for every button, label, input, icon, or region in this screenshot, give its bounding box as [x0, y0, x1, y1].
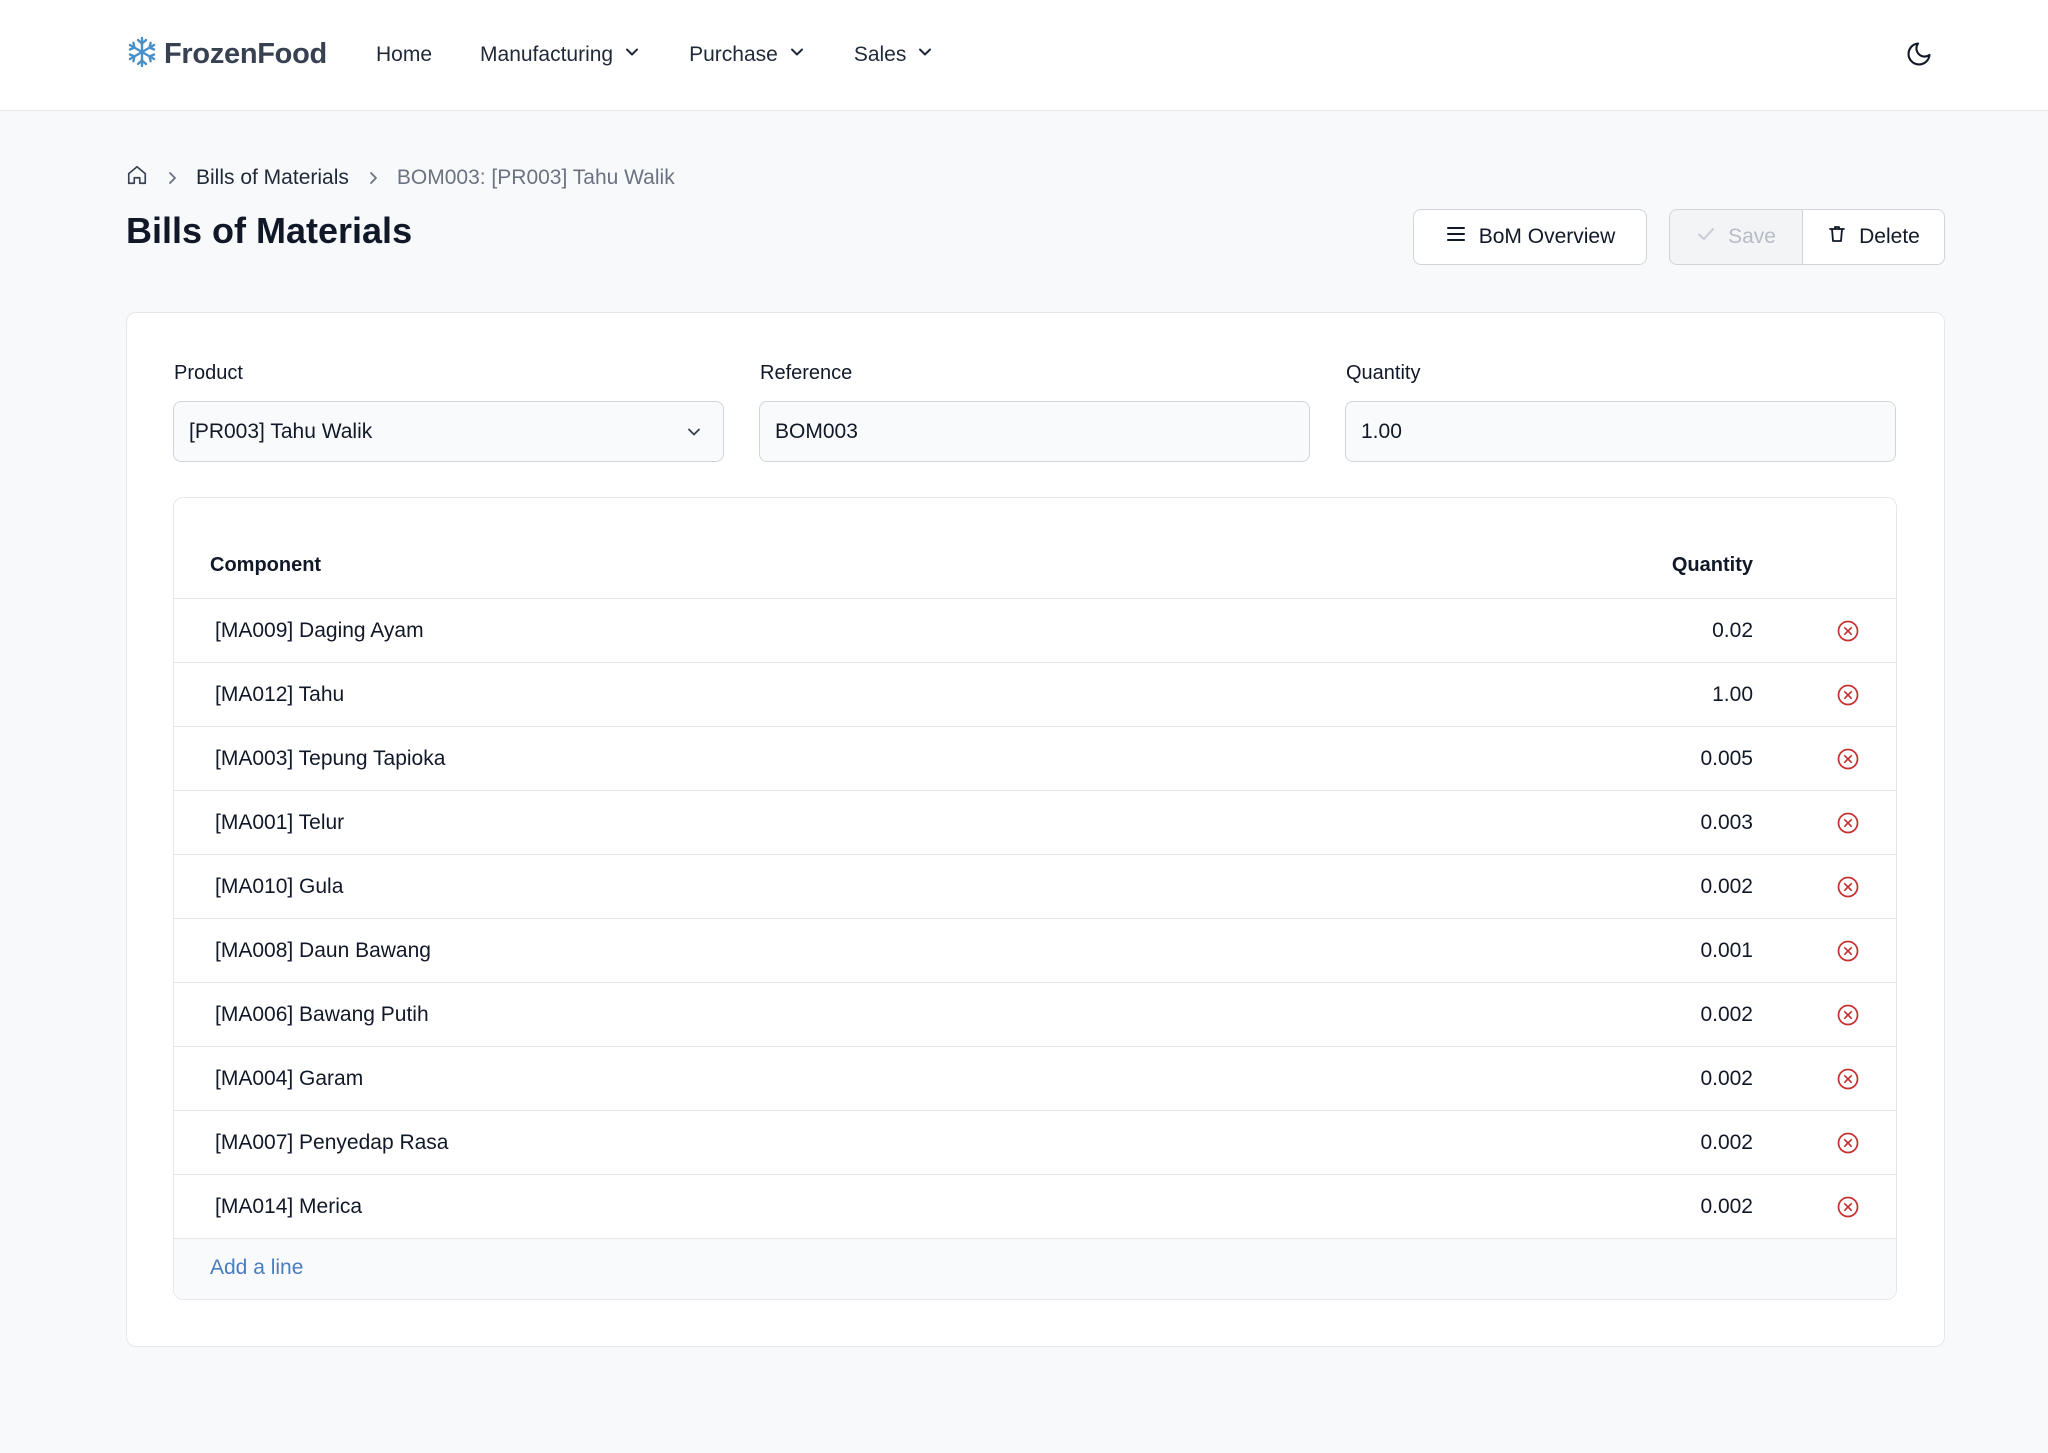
component-quantity[interactable]: 0.002: [1700, 1195, 1753, 1219]
x-circle-icon[interactable]: [1836, 1003, 1860, 1027]
table-row[interactable]: [MA003] Tepung Tapioka 0.005: [174, 727, 1896, 791]
x-circle-icon[interactable]: [1836, 939, 1860, 963]
component-quantity[interactable]: 1.00: [1712, 683, 1753, 707]
component-quantity[interactable]: 0.005: [1700, 747, 1753, 771]
chevron-right-icon: [365, 170, 381, 186]
component-quantity[interactable]: 0.003: [1700, 811, 1753, 835]
table-row[interactable]: [MA006] Bawang Putih 0.002: [174, 983, 1896, 1047]
x-circle-icon[interactable]: [1836, 747, 1860, 771]
top-navbar: FrozenFood Home Manufacturing Purchase S…: [0, 0, 2048, 111]
save-button[interactable]: Save: [1669, 209, 1803, 265]
components-table: Component Quantity [MA009] Daging Ayam 0…: [173, 497, 1897, 1300]
snowflake-icon: [126, 36, 158, 73]
chevron-down-icon: [623, 43, 641, 67]
reference-label: Reference: [760, 362, 853, 384]
table-row[interactable]: [MA007] Penyedap Rasa 0.002: [174, 1111, 1896, 1175]
component-quantity[interactable]: 0.002: [1700, 1131, 1753, 1155]
component-name[interactable]: [MA001] Telur: [215, 811, 344, 835]
breadcrumb: Bills of Materials BOM003: [PR003] Tahu …: [126, 164, 675, 192]
component-name[interactable]: [MA012] Tahu: [215, 683, 344, 707]
reference-input-value: BOM003: [775, 419, 858, 443]
chevron-right-icon: [164, 170, 180, 186]
x-circle-icon[interactable]: [1836, 1131, 1860, 1155]
table-row[interactable]: [MA008] Daun Bawang 0.001: [174, 919, 1896, 983]
main-nav: Home Manufacturing Purchase Sales: [376, 38, 982, 72]
trash-icon: [1827, 224, 1847, 250]
component-name[interactable]: [MA007] Penyedap Rasa: [215, 1131, 448, 1155]
component-name[interactable]: [MA014] Merica: [215, 1195, 362, 1219]
column-header-quantity: Quantity: [1671, 554, 1753, 576]
chevron-down-icon: [916, 43, 934, 67]
x-circle-icon[interactable]: [1836, 1067, 1860, 1091]
table-header: Component Quantity: [174, 498, 1896, 599]
component-quantity[interactable]: 0.002: [1700, 875, 1753, 899]
reference-input[interactable]: BOM003: [759, 401, 1310, 462]
nav-item-sales[interactable]: Sales: [854, 43, 935, 67]
quantity-input-value: 1.00: [1361, 419, 1402, 443]
delete-button[interactable]: Delete: [1802, 209, 1945, 265]
nav-item-label: Manufacturing: [480, 43, 614, 66]
quantity-label: Quantity: [1346, 362, 1421, 384]
x-circle-icon[interactable]: [1836, 811, 1860, 835]
table-row[interactable]: [MA012] Tahu 1.00: [174, 663, 1896, 727]
table-body: [MA009] Daging Ayam 0.02 [MA012] Tahu 1.…: [174, 599, 1896, 1239]
quantity-input[interactable]: 1.00: [1345, 401, 1896, 462]
table-row[interactable]: [MA010] Gula 0.002: [174, 855, 1896, 919]
product-select[interactable]: [PR003] Tahu Walik: [173, 401, 724, 462]
nav-item-home[interactable]: Home: [376, 43, 432, 67]
component-quantity[interactable]: 0.002: [1700, 1067, 1753, 1091]
menu-icon: [1445, 223, 1467, 251]
product-label: Product: [174, 362, 243, 384]
nav-item-label: Purchase: [689, 43, 778, 66]
bom-overview-label: BoM Overview: [1478, 225, 1616, 248]
nav-item-label: Sales: [853, 43, 907, 66]
bom-overview-button[interactable]: BoM Overview: [1413, 209, 1647, 265]
table-row[interactable]: [MA009] Daging Ayam 0.02: [174, 599, 1896, 663]
page-title: Bills of Materials: [126, 210, 413, 251]
x-circle-icon[interactable]: [1836, 875, 1860, 899]
component-name[interactable]: [MA008] Daun Bawang: [215, 939, 431, 963]
component-name[interactable]: [MA006] Bawang Putih: [215, 1003, 429, 1027]
theme-toggle-button[interactable]: [1903, 40, 1935, 72]
component-name[interactable]: [MA009] Daging Ayam: [215, 619, 424, 643]
column-header-component: Component: [210, 554, 322, 576]
component-name[interactable]: [MA003] Tepung Tapioka: [215, 747, 445, 771]
component-quantity[interactable]: 0.02: [1712, 619, 1753, 643]
product-select-value: [PR003] Tahu Walik: [189, 419, 373, 443]
home-icon[interactable]: [126, 164, 148, 192]
nav-item-label: Home: [376, 43, 433, 66]
table-row[interactable]: [MA004] Garam 0.002: [174, 1047, 1896, 1111]
component-name[interactable]: [MA004] Garam: [215, 1067, 363, 1091]
add-line-link[interactable]: Add a line: [210, 1256, 303, 1280]
component-quantity[interactable]: 0.002: [1700, 1003, 1753, 1027]
chevron-down-icon: [685, 423, 703, 447]
moon-icon: [1905, 40, 1933, 73]
check-icon: [1696, 224, 1716, 250]
x-circle-icon[interactable]: [1836, 1195, 1860, 1219]
chevron-down-icon: [788, 43, 806, 67]
nav-item-manufacturing[interactable]: Manufacturing: [480, 43, 641, 67]
add-line-row: Add a line: [174, 1239, 1896, 1299]
x-circle-icon[interactable]: [1836, 683, 1860, 707]
table-row[interactable]: [MA014] Merica 0.002: [174, 1175, 1896, 1239]
breadcrumb-current: BOM003: [PR003] Tahu Walik: [396, 166, 675, 189]
component-name[interactable]: [MA010] Gula: [215, 875, 343, 899]
app-name: FrozenFood: [164, 37, 327, 70]
save-label: Save: [1728, 225, 1776, 248]
component-quantity[interactable]: 0.001: [1700, 939, 1753, 963]
x-circle-icon[interactable]: [1836, 619, 1860, 643]
nav-item-purchase[interactable]: Purchase: [689, 43, 806, 67]
table-row[interactable]: [MA001] Telur 0.003: [174, 791, 1896, 855]
breadcrumb-link-bills-of-materials[interactable]: Bills of Materials: [196, 166, 349, 190]
delete-label: Delete: [1859, 225, 1920, 248]
app-logo[interactable]: FrozenFood: [126, 36, 327, 72]
